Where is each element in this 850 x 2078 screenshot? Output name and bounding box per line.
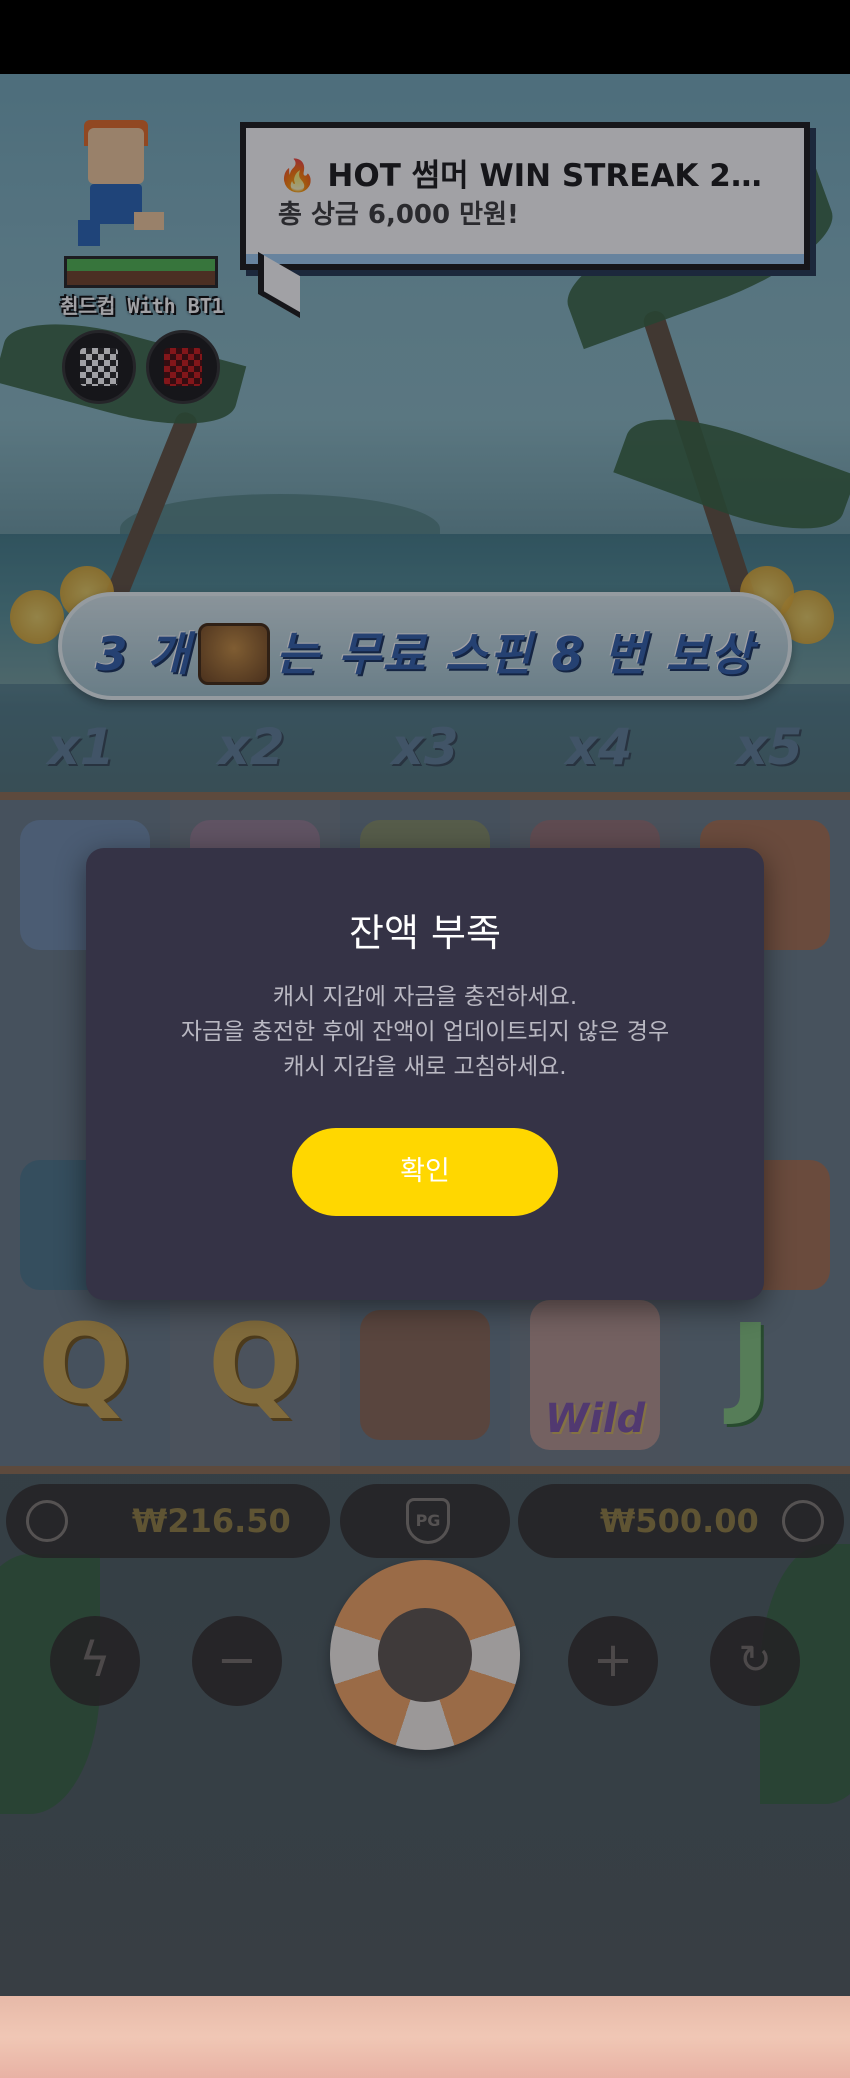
insufficient-balance-dialog: 잔액 부족 캐시 지갑에 자금을 충전하세요. 자금을 충전한 후에 잔액이 업… <box>86 848 764 1300</box>
game-screen: 췬드컵 With BT1 🔥 HOT 썸머 WIN STREAK 20일... … <box>0 0 850 2078</box>
bottom-blurred-strip <box>0 1996 850 2078</box>
dialog-message: 캐시 지갑에 자금을 충전하세요. 자금을 충전한 후에 잔액이 업데이트되지 … <box>86 980 764 1085</box>
dialog-title: 잔액 부족 <box>349 911 501 955</box>
dialog-message-line: 자금을 충전한 후에 잔액이 업데이트되지 않은 경우 <box>180 1019 670 1045</box>
confirm-button[interactable]: 확인 <box>292 1128 558 1216</box>
dialog-message-line: 캐시 지갑을 새로 고침하세요. <box>283 1054 567 1080</box>
dialog-message-line: 캐시 지갑에 자금을 충전하세요. <box>272 984 578 1010</box>
status-bar <box>0 0 850 74</box>
